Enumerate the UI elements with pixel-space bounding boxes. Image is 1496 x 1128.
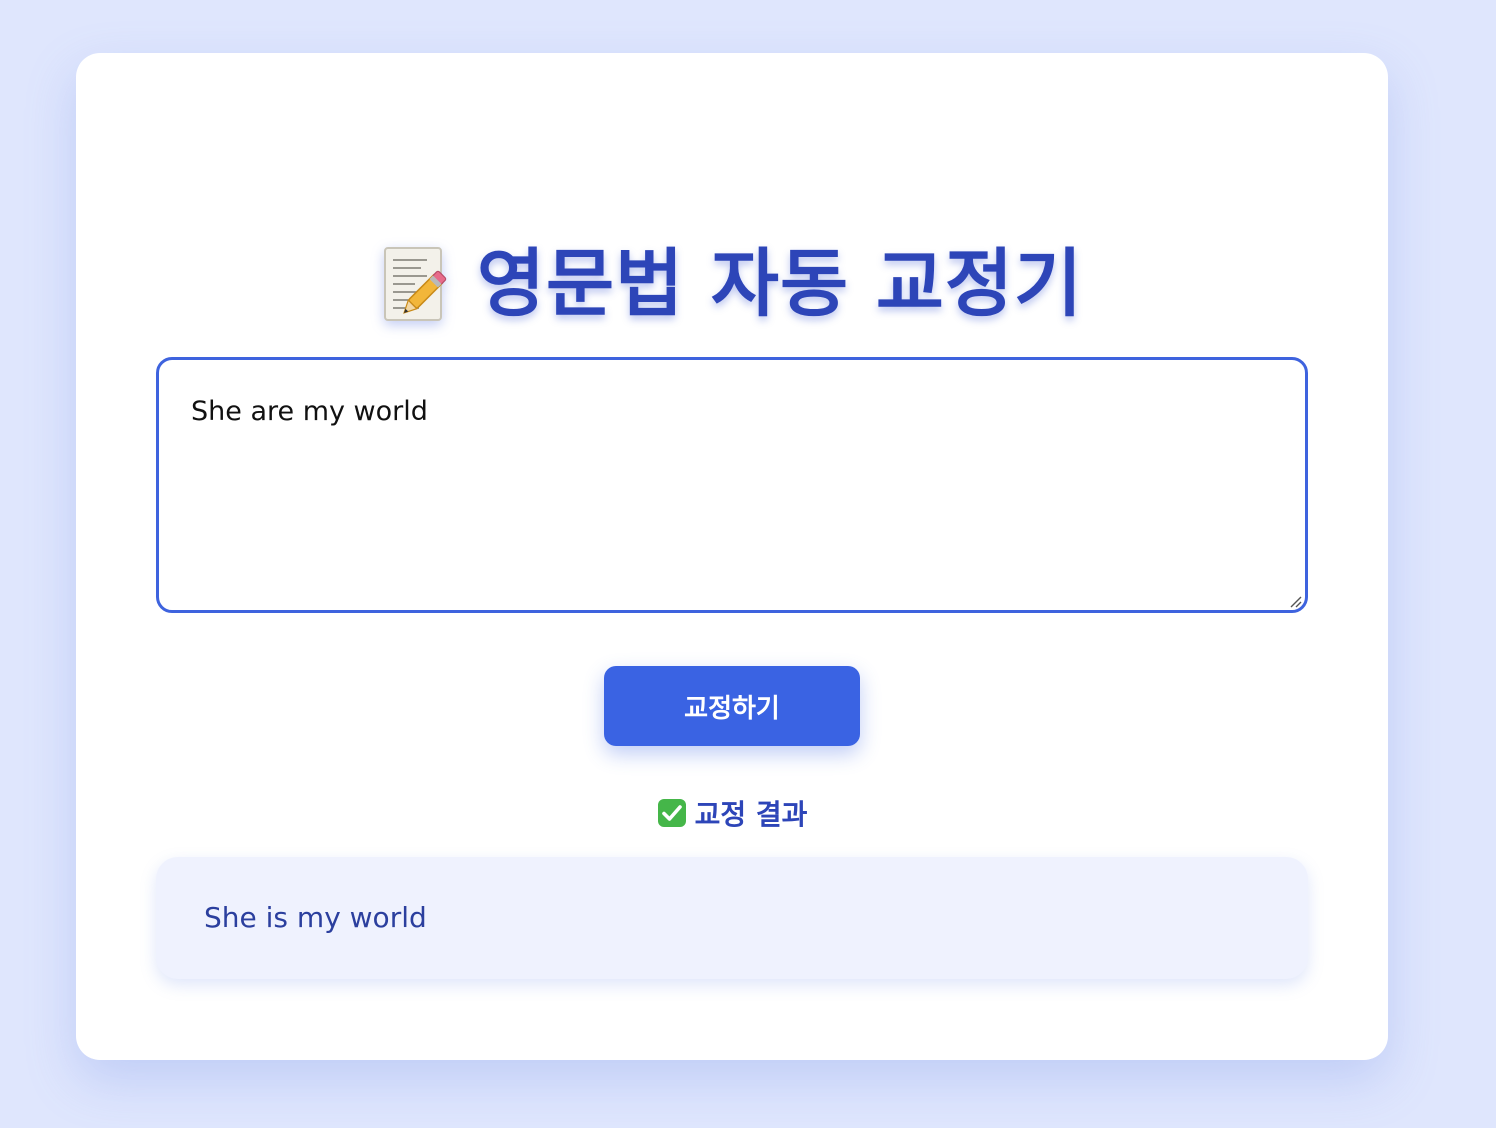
main-card: 영문법 자동 교정기 She are my world 교정하기 교정 결과 S…: [76, 53, 1388, 1060]
resize-handle-icon[interactable]: [1288, 593, 1302, 608]
result-box: She is my world: [156, 857, 1308, 979]
title-text: 영문법 자동 교정기: [476, 241, 1084, 327]
correct-button[interactable]: 교정하기: [604, 666, 860, 746]
corrected-sentence: She is my world: [204, 901, 427, 934]
sentence-input[interactable]: She are my world: [156, 357, 1308, 613]
sentence-input-value[interactable]: She are my world: [191, 396, 428, 427]
memo-pencil-icon: [381, 244, 451, 324]
check-mark-icon: [657, 798, 687, 828]
result-heading: 교정 결과: [76, 793, 1388, 833]
page-title: 영문법 자동 교정기: [76, 239, 1388, 329]
result-heading-label: 교정 결과: [694, 798, 808, 831]
